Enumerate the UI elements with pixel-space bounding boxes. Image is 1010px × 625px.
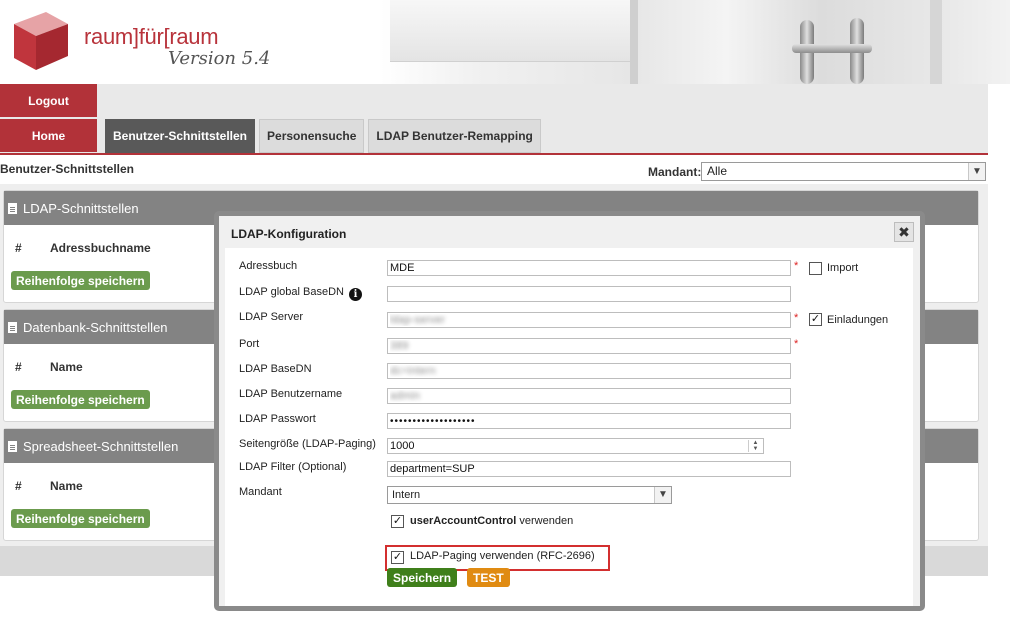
global-basedn-label: LDAP global BaseDN i xyxy=(239,286,363,301)
mandant-dropdown-value: Intern xyxy=(392,489,421,501)
column-header-index: # xyxy=(15,479,22,493)
uac-label-bold: userAccountControl xyxy=(410,515,517,527)
ldap-server-label: LDAP Server xyxy=(239,311,303,323)
import-checkbox[interactable] xyxy=(809,262,822,275)
door-frame xyxy=(630,0,638,84)
glass-sign xyxy=(390,0,630,62)
panel-title: Spreadsheet-Schnittstellen xyxy=(23,438,179,454)
column-header-name: Name xyxy=(50,479,83,493)
global-basedn-label-text: LDAP global BaseDN xyxy=(239,286,344,298)
dialog-body: Adressbuch * Import LDAP global BaseDN i… xyxy=(225,248,913,606)
page-title: Benutzer-Schnittstellen xyxy=(0,162,135,176)
close-icon[interactable]: ✖ xyxy=(894,222,914,242)
ldap-filter-label: LDAP Filter (Optional) xyxy=(239,461,347,473)
panel-title: LDAP-Schnittstellen xyxy=(23,200,139,216)
version-label: Version 5.4 xyxy=(168,48,271,69)
page-size-value: 1000 xyxy=(390,440,415,452)
info-icon[interactable]: i xyxy=(349,288,363,301)
ldap-basedn-input[interactable] xyxy=(387,363,791,379)
ldap-basedn-label: LDAP BaseDN xyxy=(239,363,312,375)
document-icon xyxy=(8,321,17,333)
ldap-password-label: LDAP Passwort xyxy=(239,413,316,425)
nav-divider xyxy=(0,153,988,155)
mandant-field-label: Mandant xyxy=(239,486,282,498)
ldap-password-input[interactable] xyxy=(387,413,791,429)
door-frame xyxy=(930,0,942,84)
required-marker: * xyxy=(794,260,799,272)
mandant-select-value: Alle xyxy=(707,164,728,178)
stepper-arrows-icon[interactable]: ▲ ▼ xyxy=(748,440,762,452)
uac-label: userAccountControl verwenden xyxy=(410,515,573,527)
page-size-stepper[interactable]: 1000 ▲ ▼ xyxy=(387,438,764,454)
save-order-button[interactable]: Reihenfolge speichern xyxy=(11,271,150,290)
document-icon xyxy=(8,440,17,452)
tab-bar: Benutzer-Schnittstellen Personensuche LD… xyxy=(105,119,541,153)
adressbuch-label: Adressbuch xyxy=(239,260,298,272)
uac-checkbox[interactable]: ✓ xyxy=(391,515,404,528)
ldap-server-input[interactable] xyxy=(387,312,791,328)
door-handle-bar xyxy=(792,44,872,53)
tab-ldap-remapping[interactable]: LDAP Benutzer-Remapping xyxy=(368,119,541,153)
column-header-name: Name xyxy=(50,360,83,374)
ldap-filter-input[interactable] xyxy=(387,461,791,477)
document-icon xyxy=(8,202,17,214)
ldap-paging-checkbox[interactable]: ✓ xyxy=(391,551,404,564)
ldap-username-input[interactable] xyxy=(387,388,791,404)
ldap-username-label: LDAP Benutzername xyxy=(239,388,343,400)
column-header-name: Adressbuchname xyxy=(50,241,151,255)
test-button[interactable]: TEST xyxy=(467,568,510,587)
uac-label-rest: verwenden xyxy=(519,515,574,527)
global-basedn-input[interactable] xyxy=(387,286,791,302)
mandant-dropdown[interactable]: Intern ▼ xyxy=(387,486,672,504)
required-marker: * xyxy=(794,312,799,324)
tab-benutzer-schnittstellen[interactable]: Benutzer-Schnittstellen xyxy=(105,119,256,153)
header: raum]für[raum Version 5.4 xyxy=(0,0,1010,84)
einladungen-label: Einladungen xyxy=(827,314,889,326)
chevron-down-icon[interactable]: ▼ xyxy=(968,163,985,180)
column-header-index: # xyxy=(15,360,22,374)
port-label: Port xyxy=(239,338,260,350)
required-marker: * xyxy=(794,338,799,350)
mandant-select[interactable]: Alle ▼ xyxy=(701,162,986,181)
panel-title: Datenbank-Schnittstellen xyxy=(23,319,168,335)
ldap-config-dialog: LDAP-Konfiguration ✖ Adressbuch * Import… xyxy=(214,211,925,611)
save-order-button[interactable]: Reihenfolge speichern xyxy=(11,390,150,409)
dialog-title: LDAP-Konfiguration xyxy=(231,227,347,241)
save-button[interactable]: Speichern xyxy=(387,568,458,587)
tab-personensuche[interactable]: Personensuche xyxy=(259,119,365,153)
ldap-paging-label: LDAP-Paging verwenden (RFC-2696) xyxy=(410,550,595,562)
column-header-index: # xyxy=(15,241,22,255)
adressbuch-input[interactable] xyxy=(387,260,791,276)
save-order-button[interactable]: Reihenfolge speichern xyxy=(11,509,150,528)
einladungen-checkbox[interactable]: ✓ xyxy=(809,313,822,326)
home-button[interactable]: Home xyxy=(0,119,97,152)
page-size-label: Seitengröße (LDAP-Paging) xyxy=(239,438,376,450)
logo-cube-icon xyxy=(14,12,68,70)
import-label: Import xyxy=(827,262,859,274)
mandant-label: Mandant: xyxy=(648,165,702,179)
logo-text: raum]für[raum xyxy=(84,24,219,49)
chevron-down-icon[interactable]: ▼ xyxy=(654,487,671,503)
port-input[interactable] xyxy=(387,338,791,354)
logout-button[interactable]: Logout xyxy=(0,84,97,117)
